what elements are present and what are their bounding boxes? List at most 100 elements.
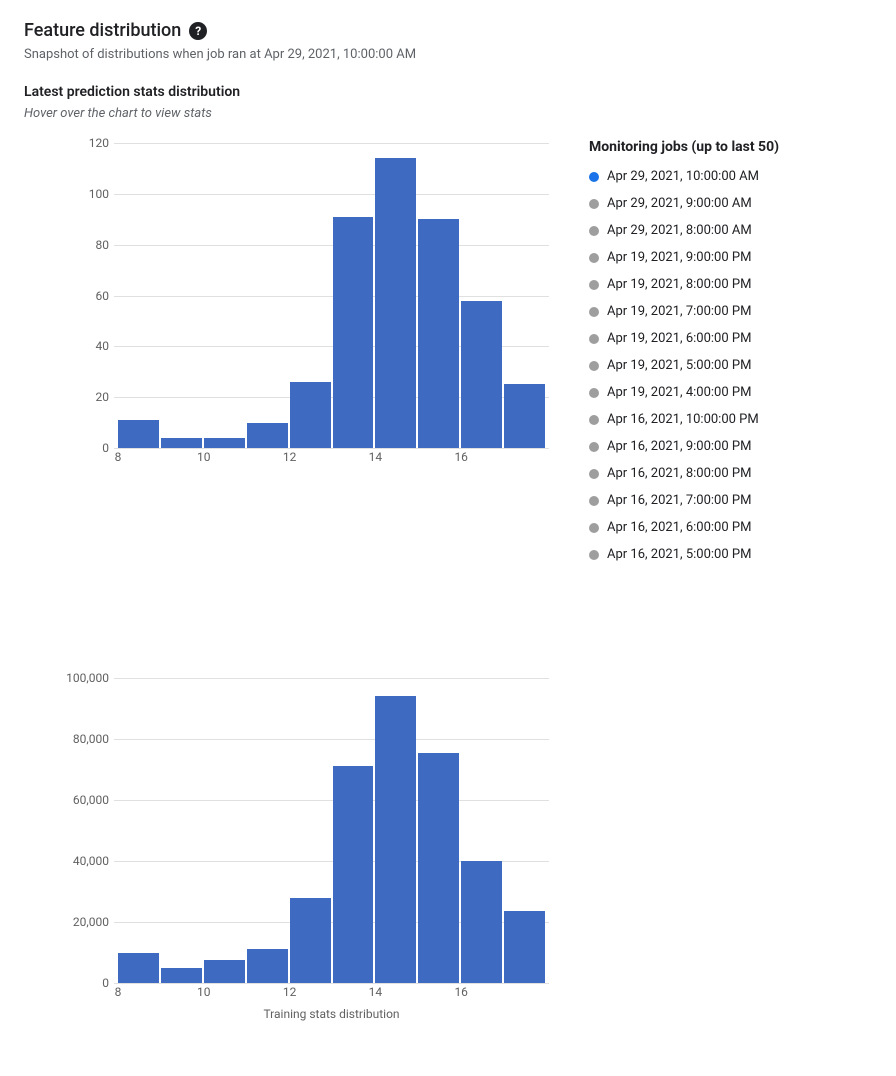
job-status-dot [589,361,599,371]
y-tick-label: 40,000 [73,854,109,868]
job-status-dot [589,199,599,209]
job-timestamp-label: Apr 16, 2021, 5:00:00 PM [607,547,751,562]
y-tick-label: 20 [96,390,110,404]
job-status-dot [589,415,599,425]
x-tick-label: 16 [454,450,468,464]
snapshot-subtitle: Snapshot of distributions when job ran a… [24,47,872,62]
job-timestamp-label: Apr 19, 2021, 5:00:00 PM [607,358,751,373]
chart-bar[interactable] [161,968,202,983]
monitoring-jobs-panel: Monitoring jobs (up to last 50) Apr 29, … [589,131,809,568]
chart-bar[interactable] [118,420,159,448]
job-timestamp-label: Apr 16, 2021, 10:00:00 PM [607,412,759,427]
y-tick-label: 100 [89,187,109,201]
page-title: Feature distribution [24,20,181,41]
job-status-dot [589,388,599,398]
job-timestamp-label: Apr 29, 2021, 8:00:00 AM [607,223,752,238]
job-timestamp-label: Apr 16, 2021, 6:00:00 PM [607,520,751,535]
x-tick-label: 16 [454,985,468,999]
monitoring-job-item[interactable]: Apr 29, 2021, 10:00:00 AM [589,163,809,190]
chart-bar[interactable] [461,861,502,983]
monitoring-job-item[interactable]: Apr 19, 2021, 6:00:00 PM [589,325,809,352]
y-tick-label: 60,000 [73,793,109,807]
monitoring-job-item[interactable]: Apr 19, 2021, 5:00:00 PM [589,352,809,379]
job-status-dot [589,226,599,236]
x-tick-label: 8 [115,450,122,464]
chart-bar[interactable] [375,158,416,448]
x-tick-label: 14 [369,985,383,999]
job-status-dot [589,550,599,560]
y-tick-label: 20,000 [73,915,109,929]
monitoring-job-item[interactable]: Apr 16, 2021, 5:00:00 PM [589,541,809,568]
chart-gridline [114,983,549,984]
job-status-dot [589,280,599,290]
section-title: Latest prediction stats distribution [24,84,872,100]
chart-bar[interactable] [247,423,288,448]
job-status-dot [589,172,599,182]
monitoring-job-item[interactable]: Apr 19, 2021, 4:00:00 PM [589,379,809,406]
x-tick-label: 10 [197,450,211,464]
monitoring-job-item[interactable]: Apr 16, 2021, 8:00:00 PM [589,460,809,487]
job-timestamp-label: Apr 19, 2021, 8:00:00 PM [607,277,751,292]
y-tick-label: 120 [89,136,109,150]
y-tick-label: 0 [102,441,109,455]
x-tick-label: 12 [283,985,297,999]
y-tick-label: 80 [96,238,110,252]
chart-bar[interactable] [504,911,545,983]
y-tick-label: 0 [102,976,109,990]
monitoring-job-item[interactable]: Apr 19, 2021, 7:00:00 PM [589,298,809,325]
job-timestamp-label: Apr 16, 2021, 7:00:00 PM [607,493,751,508]
job-timestamp-label: Apr 19, 2021, 7:00:00 PM [607,304,751,319]
chart-bar[interactable] [247,949,288,983]
job-status-dot [589,469,599,479]
chart-bar[interactable] [204,438,245,448]
job-timestamp-label: Apr 19, 2021, 6:00:00 PM [607,331,751,346]
job-timestamp-label: Apr 19, 2021, 9:00:00 PM [607,250,751,265]
chart-bar[interactable] [375,696,416,983]
job-timestamp-label: Apr 29, 2021, 10:00:00 AM [607,169,759,184]
y-tick-label: 60 [96,289,110,303]
chart-bar[interactable] [504,384,545,448]
chart-bar[interactable] [418,753,459,983]
section-hint: Hover over the chart to view stats [24,106,872,121]
chart-bar[interactable] [204,960,245,983]
x-tick-label: 14 [369,450,383,464]
job-timestamp-label: Apr 19, 2021, 4:00:00 PM [607,385,751,400]
job-timestamp-label: Apr 16, 2021, 8:00:00 PM [607,466,751,481]
prediction-chart[interactable]: 020406080100120 810121416 [114,143,549,468]
job-status-dot [589,523,599,533]
job-status-dot [589,442,599,452]
x-tick-label: 10 [197,985,211,999]
chart-bar[interactable] [290,898,331,983]
job-timestamp-label: Apr 16, 2021, 9:00:00 PM [607,439,751,454]
jobs-title: Monitoring jobs (up to last 50) [589,139,809,155]
chart-gridline [114,448,549,449]
training-chart[interactable]: 020,00040,00060,00080,000100,000 8101214… [114,678,549,1021]
chart-bar[interactable] [333,766,374,983]
job-status-dot [589,334,599,344]
job-status-dot [589,307,599,317]
monitoring-job-item[interactable]: Apr 29, 2021, 8:00:00 AM [589,217,809,244]
x-tick-label: 8 [115,985,122,999]
job-status-dot [589,496,599,506]
x-axis-label: Training stats distribution [114,1007,549,1021]
y-tick-label: 80,000 [73,732,109,746]
monitoring-job-item[interactable]: Apr 16, 2021, 10:00:00 PM [589,406,809,433]
job-timestamp-label: Apr 29, 2021, 9:00:00 AM [607,196,752,211]
help-icon[interactable]: ? [189,22,207,40]
chart-bar[interactable] [333,217,374,448]
monitoring-job-item[interactable]: Apr 16, 2021, 6:00:00 PM [589,514,809,541]
job-status-dot [589,253,599,263]
chart-bar[interactable] [161,438,202,448]
monitoring-job-item[interactable]: Apr 29, 2021, 9:00:00 AM [589,190,809,217]
chart-bar[interactable] [118,953,159,984]
chart-bar[interactable] [418,219,459,448]
monitoring-job-item[interactable]: Apr 16, 2021, 7:00:00 PM [589,487,809,514]
monitoring-job-item[interactable]: Apr 19, 2021, 9:00:00 PM [589,244,809,271]
chart-bar[interactable] [461,301,502,448]
chart-bar[interactable] [290,382,331,448]
y-tick-label: 40 [96,339,110,353]
monitoring-job-item[interactable]: Apr 19, 2021, 8:00:00 PM [589,271,809,298]
x-tick-label: 12 [283,450,297,464]
y-tick-label: 100,000 [66,671,109,685]
monitoring-job-item[interactable]: Apr 16, 2021, 9:00:00 PM [589,433,809,460]
